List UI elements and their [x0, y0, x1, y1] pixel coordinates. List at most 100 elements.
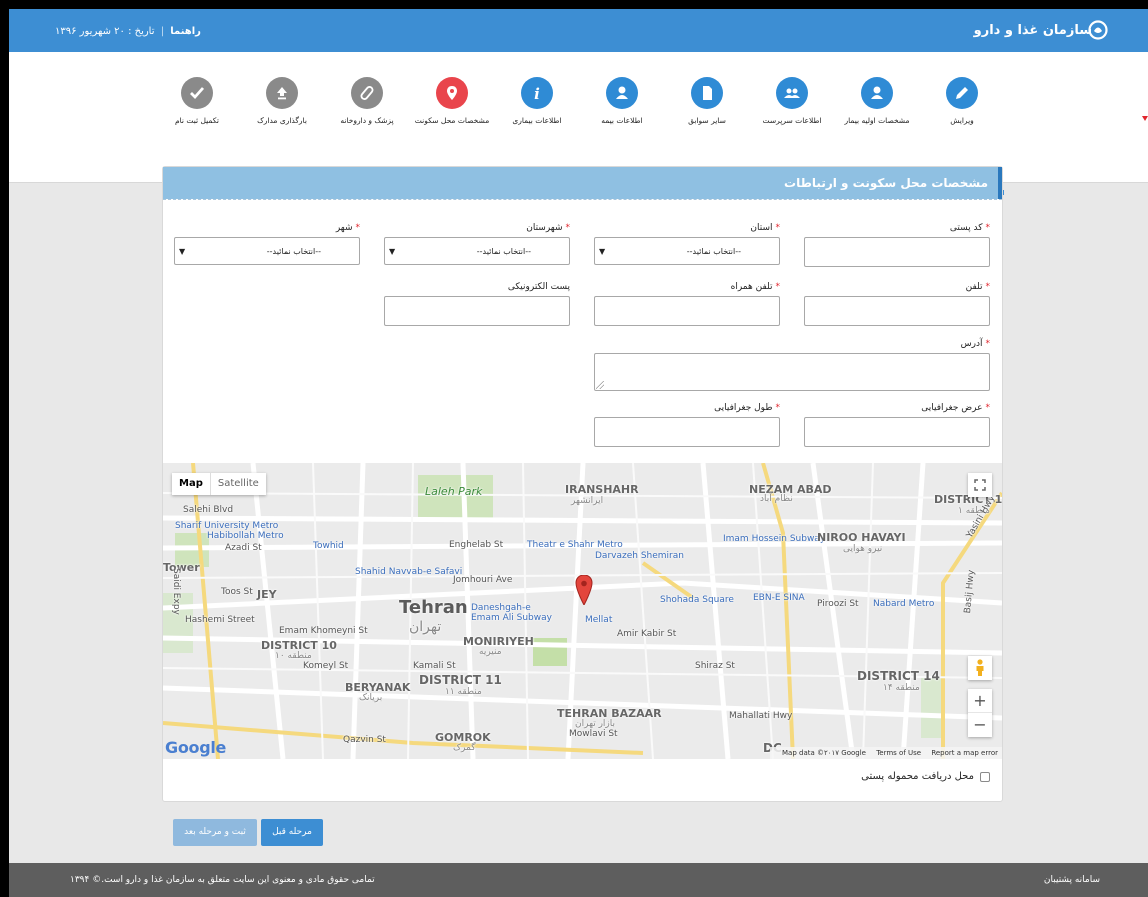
map-label: Hashemi Street: [185, 615, 255, 625]
phone-input[interactable]: [804, 296, 990, 326]
panel-title: مشخصات محل سکونت و ارتباطات: [784, 176, 988, 190]
county-select[interactable]: --انتخاب نمائید-- ▼: [384, 237, 570, 265]
step-other-history[interactable]: سایر سوابق: [662, 77, 752, 125]
step-circle: [351, 77, 383, 109]
province-field: *استان --انتخاب نمائید-- ▼: [594, 223, 780, 265]
step-edit[interactable]: ویرایش: [917, 77, 1007, 125]
mobile-input[interactable]: [594, 296, 780, 326]
step-insurance-info[interactable]: اطلاعات بیمه: [577, 77, 667, 125]
dropdown-arrow-icon: ▼: [599, 247, 606, 256]
longitude-input[interactable]: [594, 417, 780, 447]
street-view-button[interactable]: [968, 656, 992, 680]
province-select[interactable]: --انتخاب نمائید-- ▼: [594, 237, 780, 265]
map-label: Piroozi St: [817, 599, 859, 609]
brand-name[interactable]: سازمان غذا و دارو: [974, 23, 1092, 38]
map-attribution: Map data ©۲۰۱۷ Google Terms of Use Repor…: [770, 747, 1002, 759]
group-icon: [784, 88, 800, 98]
map-label: Sharif University Metro: [175, 521, 279, 531]
map-label: Azadi St: [225, 543, 262, 553]
map-label: Habibollah Metro: [207, 531, 284, 541]
postal-code-field: *کد پستی: [804, 223, 990, 267]
copyright-text: تمامی حقوق مادی و معنوی این سایت متعلق ب…: [70, 875, 375, 885]
county-label: *شهرستان: [526, 223, 570, 233]
header-separator: |: [160, 26, 165, 37]
longitude-field: *طول جغرافیایی: [594, 403, 780, 447]
map-label: DISTRICT 14: [857, 669, 940, 683]
step-doctor-pharmacy[interactable]: پزشک و داروخانه: [322, 77, 412, 125]
map-label: Amir Kabir St: [617, 629, 677, 639]
postal-code-input[interactable]: [804, 237, 990, 267]
user-icon: [871, 86, 883, 99]
map-label: Kamali St: [413, 661, 456, 671]
email-input[interactable]: [384, 296, 570, 326]
map-label: تهران: [409, 619, 442, 635]
map-label: منطقه ۱۴: [883, 683, 920, 693]
map-type-satellite-button[interactable]: Satellite: [209, 473, 266, 495]
residence-panel: مشخصات محل سکونت و ارتباطات *کد پستی *اس…: [162, 166, 1003, 802]
city-select[interactable]: --انتخاب نمائید-- ▼: [174, 237, 360, 265]
latitude-field: *عرض جغرافیایی: [804, 403, 990, 447]
map-label: Shahid Navvab-e Safavi: [355, 567, 463, 577]
dropdown-arrow-icon: ▼: [389, 247, 396, 256]
map-type-map-button[interactable]: Map: [172, 473, 210, 495]
resize-grip-icon[interactable]: [596, 381, 604, 389]
city-label: *شهر: [335, 223, 360, 233]
header-divider: [163, 199, 1002, 200]
zoom-in-button[interactable]: +: [968, 689, 992, 713]
map-label: Tower: [163, 561, 200, 574]
zoom-out-button[interactable]: −: [968, 713, 992, 737]
svg-text:i: i: [534, 85, 540, 102]
date-text: تاریخ : ۲۰ شهریور ۱۳۹۶: [55, 26, 155, 37]
map-label: Mowlavi St: [569, 729, 618, 739]
page-footer: تمامی حقوق مادی و معنوی این سایت متعلق ب…: [9, 863, 1148, 897]
previous-step-button[interactable]: مرحله قبل: [261, 819, 323, 846]
step-circle: [266, 77, 298, 109]
postal-delivery-label: محل دریافت محموله پستی: [861, 771, 974, 782]
red-marker: [1142, 116, 1148, 121]
step-disease-info[interactable]: i اطلاعات بیماری: [492, 77, 582, 125]
map-type-control: Map Satellite: [172, 473, 266, 495]
map-label: Emam Khomeyni St: [279, 626, 368, 636]
map-label: DISTRICT 11: [419, 673, 502, 687]
step-guardian-info[interactable]: اطلاعات سرپرست: [747, 77, 837, 125]
pencil-icon: [956, 87, 968, 99]
report-error-link[interactable]: Report a map error: [931, 749, 998, 757]
save-next-step-button[interactable]: ثبت و مرحله بعد: [173, 819, 257, 846]
step-residence-info[interactable]: مشخصات محل سکونت: [407, 77, 497, 125]
map-label: نیرو هوایی: [843, 544, 883, 554]
checkbox[interactable]: [980, 771, 990, 782]
step-circle: [181, 77, 213, 109]
step-label: ویرایش: [950, 116, 974, 125]
longitude-label: *طول جغرافیایی: [714, 403, 780, 413]
latitude-input[interactable]: [804, 417, 990, 447]
google-logo[interactable]: Google: [165, 738, 226, 757]
step-complete-registration[interactable]: تکمیل ثبت نام: [152, 77, 242, 125]
map-label: Enghelab St: [449, 540, 504, 550]
map-label: بریانک: [359, 693, 383, 703]
map-marker-icon[interactable]: [575, 575, 593, 605]
map-label: Mellat: [585, 615, 613, 625]
city-field: *شهر --انتخاب نمائید-- ▼: [174, 223, 360, 265]
address-textarea[interactable]: [594, 353, 990, 391]
support-system-link[interactable]: سامانه پشتیبان: [1044, 875, 1100, 885]
help-link[interactable]: راهنما: [170, 26, 201, 37]
postal-delivery-checkbox[interactable]: محل دریافت محموله پستی: [861, 771, 990, 782]
wizard-steps-bar: ویرایش مشخصات اولیه بیمار اطلاعات سرپرست…: [9, 52, 1148, 195]
google-map[interactable]: Laleh Park IRANSHAHR ایرانشهر NEZAM ABAD…: [163, 463, 1002, 759]
map-label: منطقه ۱۱: [445, 687, 482, 697]
phone-field: *تلفن: [804, 282, 990, 326]
step-upload-docs[interactable]: بارگذاری مدارک: [237, 77, 327, 125]
latitude-label: *عرض جغرافیایی: [921, 403, 990, 413]
fullscreen-button[interactable]: [968, 473, 992, 497]
step-label: اطلاعات بیمه: [601, 116, 643, 125]
map-label: منیریه: [479, 647, 502, 657]
address-field: *آدرس: [594, 339, 990, 391]
map-label: Shiraz St: [695, 661, 735, 671]
step-label: پزشک و داروخانه: [340, 116, 394, 125]
step-patient-info[interactable]: مشخصات اولیه بیمار: [832, 77, 922, 125]
address-label: *آدرس: [960, 339, 990, 349]
map-label: NIROO HAVAYI: [817, 531, 906, 544]
terms-link[interactable]: Terms of Use: [876, 749, 921, 757]
map-label: Imam Hossein Subway: [723, 534, 826, 544]
county-field: *شهرستان --انتخاب نمائید-- ▼: [384, 223, 570, 265]
